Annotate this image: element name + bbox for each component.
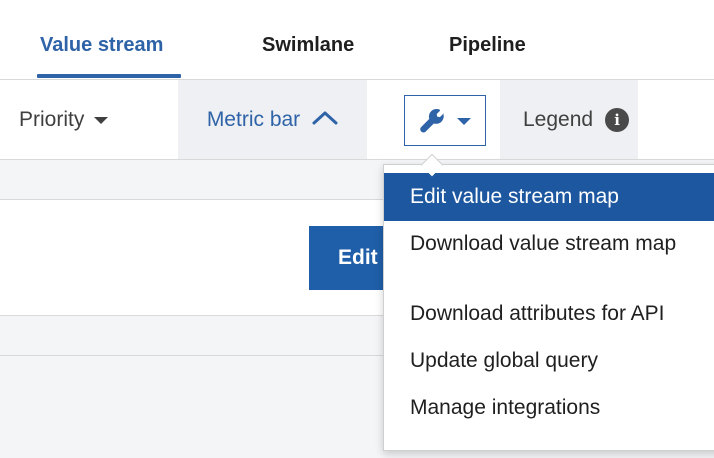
- menu-item-download-value-stream-map[interactable]: Download value stream map: [384, 232, 714, 290]
- view-tabs: Value stream Swimlane Pipeline: [0, 0, 714, 80]
- wrench-icon: [420, 108, 445, 132]
- active-tab-indicator: [37, 74, 181, 78]
- legend-toggle[interactable]: Legend i: [500, 80, 638, 159]
- metric-bar-label: Metric bar: [206, 107, 301, 131]
- tab-value-stream[interactable]: Value stream: [40, 34, 163, 57]
- menu-item-manage-integrations[interactable]: Manage integrations: [384, 384, 714, 431]
- caret-down-icon: [457, 118, 471, 125]
- chevron-up-icon: [312, 111, 338, 124]
- menu-item-download-attributes-for-api[interactable]: Download attributes for API: [384, 290, 714, 337]
- app-root: Value stream Swimlane Pipeline Priority …: [0, 0, 714, 458]
- legend-label: Legend: [523, 107, 594, 131]
- menu-item-edit-value-stream-map[interactable]: Edit value stream map: [384, 173, 714, 221]
- menu-item-update-global-query[interactable]: Update global query: [384, 337, 714, 384]
- settings-dropdown-menu: Edit value stream map Download value str…: [383, 164, 714, 451]
- settings-menu-button[interactable]: [404, 95, 486, 146]
- priority-dropdown[interactable]: Priority: [19, 80, 109, 159]
- caret-down-icon: [94, 117, 109, 124]
- priority-label: Priority: [19, 107, 85, 131]
- metric-bar-toggle[interactable]: Metric bar: [178, 80, 367, 159]
- info-icon: i: [605, 107, 630, 132]
- tab-swimlane[interactable]: Swimlane: [262, 34, 354, 57]
- tab-pipeline[interactable]: Pipeline: [449, 34, 526, 57]
